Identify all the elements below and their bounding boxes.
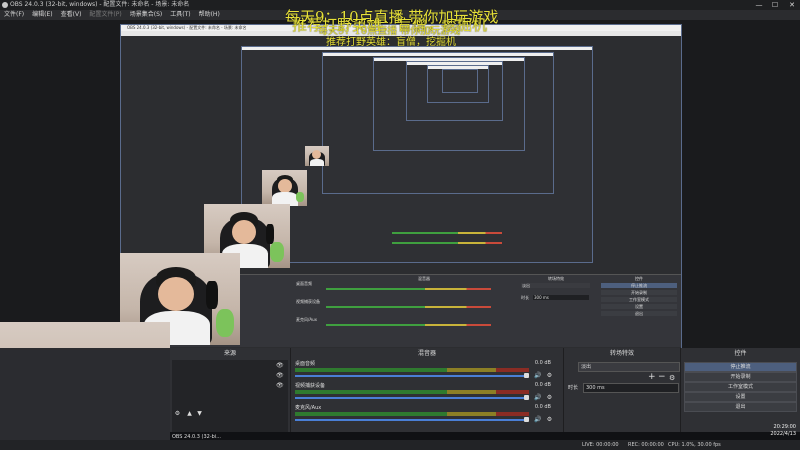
source-settings-gear-icon[interactable]: ⚙ bbox=[174, 410, 181, 417]
mixer-track-db: 0.0 dB bbox=[534, 360, 551, 366]
webcam-capture-small-1 bbox=[262, 170, 307, 206]
statusbar: LIVE: 00:00:00 REC: 00:00:00 CPU: 1.0%, … bbox=[0, 440, 800, 450]
menu-item-3[interactable]: 配置文件(P) bbox=[85, 10, 125, 20]
nested-control-button-3: 设置 bbox=[601, 304, 677, 309]
preview-canvas[interactable]: OBS 24.0.3 (32-bit, windows) - 配置文件: 未命名… bbox=[0, 8, 800, 450]
sources-dock: 来源 👁 👁 👁 ⚙ ▲ ▼ bbox=[170, 348, 291, 440]
sources-list[interactable]: 👁 👁 👁 ⚙ ▲ ▼ bbox=[172, 360, 288, 438]
webcam-capture-small-2 bbox=[305, 146, 329, 166]
clock-date: 2022/4/13 bbox=[770, 431, 796, 437]
nested-control-button-0: 停止推流 bbox=[601, 283, 677, 288]
mixer-settings-gear-icon[interactable]: ⚙ bbox=[546, 416, 553, 423]
mixer-dock: 混音器 桌面音频 0.0 dB 🔊 ⚙ 视频捕获设备 0.0 dB 🔊 ⚙ 麦克风/Aux 0.0… bbox=[291, 348, 564, 440]
menu-item-5[interactable]: 工具(T) bbox=[166, 10, 194, 20]
close-button[interactable]: ✕ bbox=[785, 0, 799, 10]
nested-meter-1 bbox=[326, 288, 491, 290]
menu-item-4[interactable]: 场景集合(S) bbox=[126, 10, 167, 20]
mixer-track-name: 视频捕获设备 bbox=[295, 383, 326, 389]
visibility-eye-icon[interactable]: 👁 bbox=[276, 382, 284, 389]
minimize-button[interactable]: — bbox=[752, 0, 766, 10]
mixer-track: 麦克风/Aux 0.0 dB 🔊 ⚙ bbox=[295, 404, 559, 426]
nested-transition-select: 淡出 bbox=[521, 283, 590, 288]
cpu-fps: CPU: 1.0%, 30.00 fps bbox=[668, 442, 721, 448]
speaker-icon[interactable]: 🔊 bbox=[534, 394, 541, 401]
overlay-text-line-4: 推荐打野英雄：盲僧，挖掘机 bbox=[326, 37, 456, 48]
rec-timer: REC: 00:00:00 bbox=[628, 442, 664, 448]
volume-slider[interactable] bbox=[295, 375, 529, 377]
visibility-eye-icon[interactable]: 👁 bbox=[276, 372, 284, 379]
mixer-track: 桌面音频 0.0 dB 🔊 ⚙ bbox=[295, 360, 559, 382]
mixer-track-db: 0.0 dB bbox=[534, 382, 551, 388]
nested-duration-label: 时长 bbox=[521, 295, 529, 300]
nested-track-mic: 麦克风/Aux bbox=[296, 317, 317, 322]
control-button-3[interactable]: 设置 bbox=[684, 392, 797, 402]
visibility-eye-icon[interactable]: 👁 bbox=[276, 362, 284, 369]
nested-track-video: 视频捕获设备 bbox=[296, 299, 320, 304]
speaker-icon[interactable]: 🔊 bbox=[534, 416, 541, 423]
add-transition-button[interactable]: + bbox=[648, 372, 656, 382]
nested-level-3 bbox=[322, 52, 554, 194]
menu-item-6[interactable]: 帮助(H) bbox=[195, 10, 224, 20]
maximize-button[interactable]: ☐ bbox=[768, 0, 782, 10]
volume-meter bbox=[295, 390, 529, 394]
nested-level-4 bbox=[373, 57, 525, 151]
nested-level-2-meter-b bbox=[392, 242, 502, 244]
nested-level-6 bbox=[427, 65, 489, 103]
control-button-1[interactable]: 开始录制 bbox=[684, 372, 797, 382]
volume-slider-handle[interactable] bbox=[524, 417, 529, 422]
mixer-track-db: 0.0 dB bbox=[534, 404, 551, 410]
mixer-settings-gear-icon[interactable]: ⚙ bbox=[546, 372, 553, 379]
nested-controls-title: 控件 bbox=[635, 276, 643, 281]
speaker-icon[interactable]: 🔊 bbox=[534, 372, 541, 379]
nested-track-desktop: 桌面音频 bbox=[296, 281, 312, 286]
menu-item-2[interactable]: 查看(V) bbox=[57, 10, 86, 20]
control-button-0[interactable]: 停止推流 bbox=[684, 362, 797, 372]
volume-slider[interactable] bbox=[295, 419, 529, 421]
menu-item-0[interactable]: 文件(F) bbox=[0, 10, 28, 20]
mixer-dock-title: 混音器 bbox=[417, 350, 436, 357]
nested-control-button-1: 开始录制 bbox=[601, 290, 677, 295]
window-title: OBS 24.0.3 (32-bit, windows) - 配置文件: 未命名… bbox=[10, 1, 190, 8]
volume-meter bbox=[295, 368, 529, 372]
nested-level-7 bbox=[442, 69, 478, 93]
move-down-icon[interactable]: ▼ bbox=[196, 410, 203, 417]
sources-dock-title: 来源 bbox=[223, 350, 236, 357]
transition-select[interactable]: 淡出 bbox=[578, 362, 680, 372]
nested-level-2 bbox=[241, 46, 593, 263]
mixer-settings-gear-icon[interactable]: ⚙ bbox=[546, 394, 553, 401]
system-clock: 20:29:00 2022/4/13 bbox=[756, 424, 796, 438]
volume-slider[interactable] bbox=[295, 397, 529, 399]
volume-slider-handle[interactable] bbox=[524, 373, 529, 378]
nested-mixer-title: 混音器 bbox=[418, 276, 430, 281]
nested-duration-input: 300 ms bbox=[533, 295, 589, 300]
clock-time: 20:29:00 bbox=[773, 424, 796, 430]
nested-meter-2 bbox=[326, 306, 491, 308]
dock-area: 来源 👁 👁 👁 ⚙ ▲ ▼ 混音器 桌面音频 0.0 dB 🔊 ⚙ 视频捕获设备 0.0… bbox=[0, 348, 800, 440]
transition-settings-gear-icon[interactable]: ⚙ bbox=[669, 374, 675, 382]
nested-control-button-2: 工作室模式 bbox=[601, 297, 677, 302]
transitions-dock-title: 转场特效 bbox=[609, 350, 634, 357]
nested-level-5 bbox=[406, 61, 503, 121]
duration-label: 时长 bbox=[568, 385, 579, 391]
controls-dock-title: 控件 bbox=[734, 350, 747, 357]
obs-logo-icon bbox=[2, 2, 8, 8]
nested-transitions-title: 转场特效 bbox=[548, 276, 564, 281]
live-timer: LIVE: 00:00:00 bbox=[582, 442, 619, 448]
volume-slider-handle[interactable] bbox=[524, 395, 529, 400]
mixer-track: 视频捕获设备 0.0 dB 🔊 ⚙ bbox=[295, 382, 559, 404]
nested-control-button-4: 退出 bbox=[601, 311, 677, 316]
control-button-4[interactable]: 退出 bbox=[684, 402, 797, 412]
control-button-2[interactable]: 工作室模式 bbox=[684, 382, 797, 392]
mixer-track-name: 麦克风/Aux bbox=[295, 405, 322, 411]
volume-meter bbox=[295, 412, 529, 416]
remove-transition-button[interactable]: − bbox=[658, 372, 666, 382]
nested-level-3-title bbox=[323, 53, 553, 56]
mixer-track-name: 桌面音频 bbox=[295, 361, 316, 367]
move-up-icon[interactable]: ▲ bbox=[186, 410, 193, 417]
menu-item-1[interactable]: 编辑(E) bbox=[28, 10, 56, 20]
nested-level-2-meter bbox=[392, 232, 502, 234]
nested-meter-3 bbox=[326, 324, 491, 326]
duration-input[interactable]: 300 ms bbox=[583, 383, 679, 393]
